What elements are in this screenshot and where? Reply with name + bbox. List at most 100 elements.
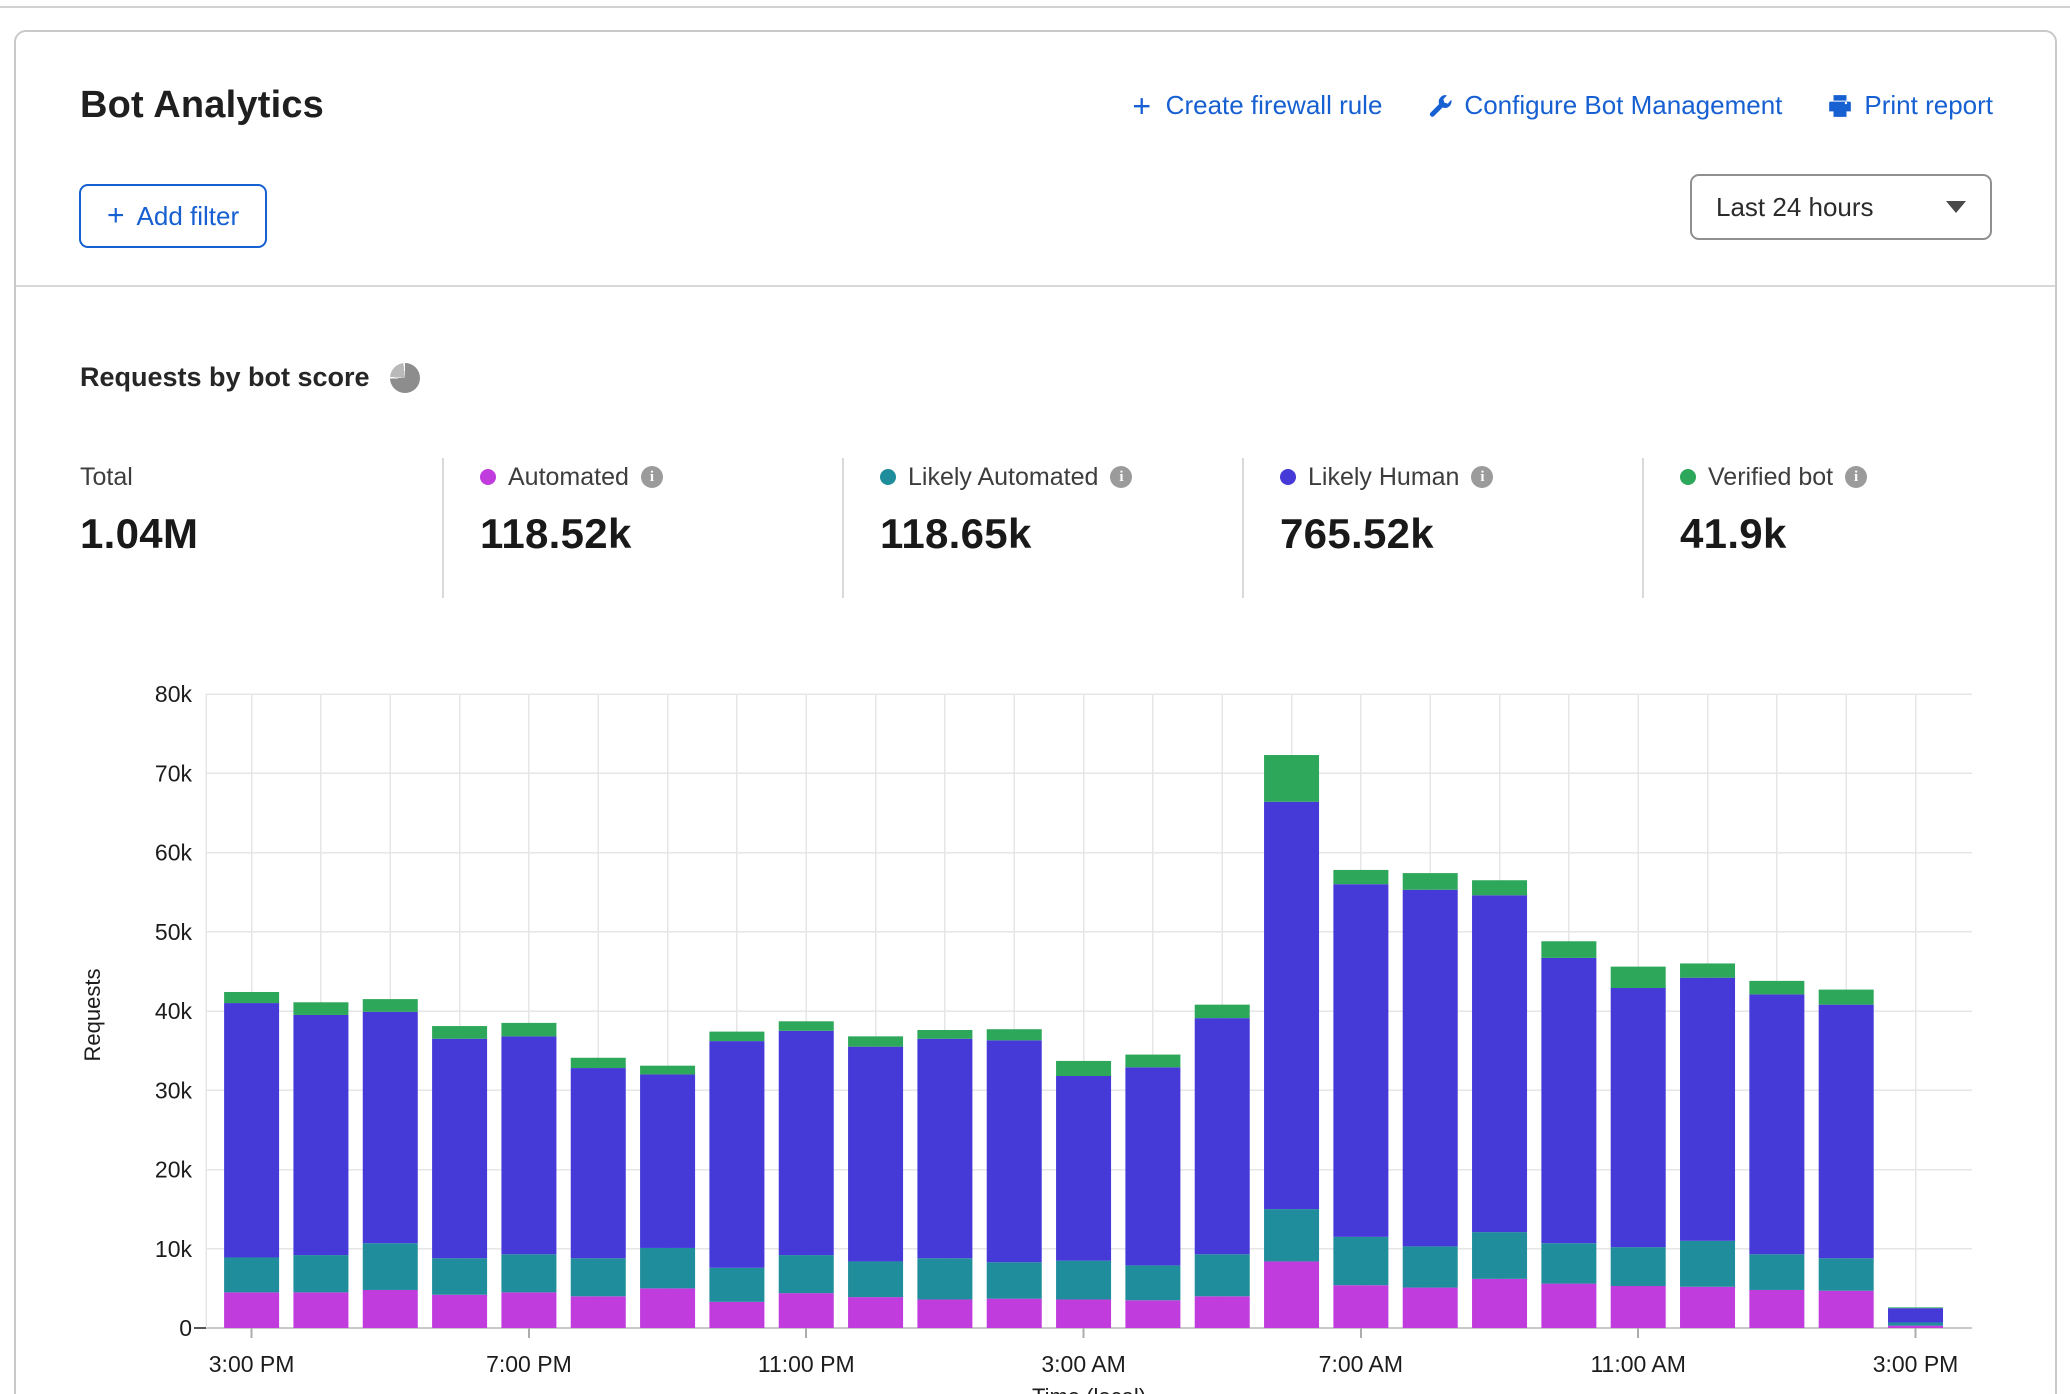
bar-segment-likely-human (1541, 958, 1596, 1243)
bar-segment-automated (1195, 1296, 1250, 1328)
info-icon[interactable]: i (1110, 466, 1132, 488)
bar-900am (1472, 880, 1527, 1328)
pie-chart-icon (390, 363, 420, 393)
info-icon[interactable]: i (1471, 466, 1493, 488)
bar-segment-likely-human (1333, 884, 1388, 1237)
bar-segment-likely-automated (501, 1254, 556, 1292)
action-link-create-firewall-rule[interactable]: +Create firewall rule (1128, 90, 1383, 121)
stat-total: Total1.04M (80, 460, 198, 558)
x-axis-title: Time (local) (1032, 1384, 1146, 1394)
bar-segment-automated (1541, 1284, 1596, 1328)
bar-segment-likely-automated (363, 1243, 418, 1290)
bar-segment-verified-bot (1264, 755, 1319, 802)
header-actions: +Create firewall rule Configure Bot Manag… (1128, 90, 1993, 121)
bar-segment-automated (1125, 1300, 1180, 1328)
legend-dot (1280, 469, 1296, 485)
bar-segment-automated (1611, 1286, 1666, 1328)
y-tick-label: 50k (155, 919, 193, 945)
bar-segment-likely-automated (1749, 1254, 1804, 1290)
bar-segment-automated (363, 1290, 418, 1328)
bar-700pm (501, 1023, 556, 1328)
info-icon[interactable]: i (641, 466, 663, 488)
bar-segment-likely-human (779, 1031, 834, 1255)
bar-segment-verified-bot (293, 1002, 348, 1015)
stat-label: Likely Automated (908, 463, 1098, 492)
stat-value: 765.52k (1280, 510, 1493, 558)
bar-300pm (224, 992, 279, 1328)
bar-segment-verified-bot (432, 1026, 487, 1039)
bar-segment-automated (779, 1293, 834, 1328)
bar-segment-likely-automated (1888, 1322, 1943, 1325)
bar-500am (1195, 1005, 1250, 1328)
bar-segment-likely-human (640, 1074, 695, 1248)
bar-segment-likely-human (1819, 1005, 1874, 1259)
y-tick-label: 70k (155, 760, 193, 786)
bar-segment-likely-human (1749, 994, 1804, 1254)
printer-icon (1826, 92, 1854, 120)
bar-segment-likely-human (987, 1040, 1042, 1262)
bar-segment-likely-human (1680, 978, 1735, 1241)
action-link-configure-bot-management[interactable]: Configure Bot Management (1426, 90, 1782, 121)
stat-label: Automated (508, 463, 629, 492)
add-filter-button[interactable]: + Add filter (79, 184, 267, 248)
bar-800am (1403, 873, 1458, 1328)
legend-dot (1680, 469, 1696, 485)
bar-segment-automated (709, 1302, 764, 1328)
y-axis-title: Requests (80, 969, 105, 1062)
stat-value: 118.52k (480, 510, 663, 558)
bar-segment-verified-bot (640, 1066, 695, 1075)
bar-segment-verified-bot (1888, 1307, 1943, 1308)
bar-1000am (1541, 941, 1596, 1328)
bar-segment-verified-bot (1195, 1005, 1250, 1018)
bar-300pm (1888, 1307, 1943, 1328)
x-tick-label: 7:00 AM (1319, 1351, 1403, 1377)
action-label: Print report (1864, 90, 1993, 121)
bar-segment-likely-automated (1541, 1243, 1596, 1283)
bar-segment-automated (1056, 1299, 1111, 1328)
bar-segment-automated (987, 1299, 1042, 1328)
bar-segment-verified-bot (571, 1058, 626, 1068)
bar-segment-likely-human (1056, 1076, 1111, 1261)
info-icon[interactable]: i (1845, 466, 1867, 488)
section-title-row: Requests by bot score (80, 362, 420, 393)
x-tick-label: 11:00 PM (758, 1351, 855, 1377)
bar-segment-automated (1403, 1288, 1458, 1328)
chevron-down-icon (1946, 201, 1966, 213)
bar-segment-likely-automated (1611, 1247, 1666, 1286)
header-divider (16, 285, 2055, 287)
wrench-icon (1426, 92, 1454, 120)
x-tick-label: 3:00 PM (1873, 1351, 1959, 1377)
bar-segment-automated (1333, 1285, 1388, 1328)
section-title: Requests by bot score (80, 362, 370, 393)
bar-segment-likely-automated (432, 1258, 487, 1294)
x-tick-label: 3:00 PM (209, 1351, 295, 1377)
bar-700am (1333, 870, 1388, 1328)
bar-segment-automated (224, 1292, 279, 1328)
y-tick-label: 60k (155, 840, 193, 866)
stats-row: Total1.04M Automated i 118.52k Likely Automa… (16, 460, 2055, 620)
y-tick-label: 20k (155, 1157, 193, 1183)
bar-segment-likely-automated (987, 1262, 1042, 1298)
action-link-print-report[interactable]: Print report (1826, 90, 1993, 121)
page-top-divider (0, 6, 2070, 8)
bar-segment-verified-bot (1819, 990, 1874, 1005)
bar-segment-likely-automated (1125, 1265, 1180, 1300)
bar-segment-automated (1472, 1279, 1527, 1328)
bot-analytics-card: Bot Analytics +Create firewall ruleConfi… (14, 30, 2057, 1394)
bar-segment-automated (640, 1288, 695, 1328)
y-tick-label: 30k (155, 1077, 193, 1103)
x-tick-label: 7:00 PM (486, 1351, 572, 1377)
bar-segment-likely-human (571, 1068, 626, 1258)
bar-1200am (848, 1036, 903, 1328)
y-tick-label: 80k (155, 681, 193, 707)
bar-segment-likely-human (848, 1047, 903, 1262)
bar-segment-automated (1888, 1326, 1943, 1328)
plus-icon: + (107, 201, 125, 231)
y-tick-label: 40k (155, 998, 193, 1024)
time-range-select[interactable]: Last 24 hours (1690, 174, 1992, 240)
time-range-value: Last 24 hours (1716, 192, 1874, 223)
bar-segment-automated (1264, 1261, 1319, 1328)
bar-300am (1056, 1061, 1111, 1328)
bar-segment-likely-automated (1333, 1237, 1388, 1285)
bar-segment-likely-automated (848, 1261, 903, 1297)
